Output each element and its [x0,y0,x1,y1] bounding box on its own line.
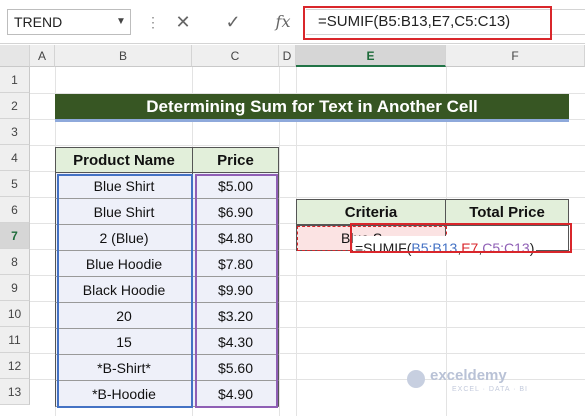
row-header-12[interactable]: 12 [0,353,30,379]
header-price[interactable]: Price [192,147,279,173]
header-criteria[interactable]: Criteria [296,199,446,225]
column-header-d[interactable]: D [279,45,296,67]
row-header-9[interactable]: 9 [0,275,30,301]
row-header-2[interactable]: 2 [0,93,30,119]
more-options-icon[interactable]: ⋮ [146,9,160,35]
insert-function-icon[interactable]: fx [268,9,298,35]
row-header-7[interactable]: 7 [0,223,30,249]
column-header-f[interactable]: F [446,45,585,67]
cell-formula-highlight-box [350,223,572,253]
range-b5-b13-outline [57,174,193,408]
row-header-1[interactable]: 1 [0,67,30,93]
exceldemy-logo-icon [407,370,425,388]
column-header-a[interactable]: A [30,45,55,67]
range-c5-c13-outline [195,174,278,408]
formula-buttons: ✕ ✓ fx [168,9,308,35]
formula-highlight-box [303,6,552,40]
row-header-11[interactable]: 11 [0,327,30,353]
header-total-price[interactable]: Total Price [445,199,569,225]
enter-icon[interactable]: ✓ [218,9,248,35]
row-header-10[interactable]: 10 [0,301,30,327]
column-header-c[interactable]: C [192,45,279,67]
header-product-name[interactable]: Product Name [55,147,193,173]
chevron-down-icon[interactable]: ▼ [112,9,130,35]
watermark-tagline: EXCEL · DATA · BI [452,386,528,393]
row-header-6[interactable]: 6 [0,197,30,223]
cancel-icon[interactable]: ✕ [168,9,198,35]
row-header-3[interactable]: 3 [0,119,30,145]
watermark: exceldemy [430,367,507,384]
gridline [30,145,585,146]
select-all-corner[interactable] [0,45,30,67]
column-header-e[interactable]: E [296,45,446,67]
sheet-title[interactable]: Determining Sum for Text in Another Cell [55,94,569,122]
row-header-5[interactable]: 5 [0,171,30,197]
row-header-4[interactable]: 4 [0,145,30,171]
row-header-13[interactable]: 13 [0,379,30,405]
row-header-8[interactable]: 8 [0,249,30,275]
column-header-b[interactable]: B [55,45,192,67]
